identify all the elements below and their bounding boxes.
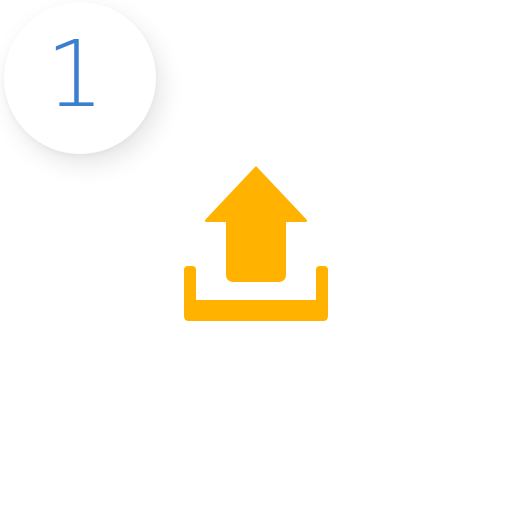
step-badge: 1 bbox=[4, 2, 156, 154]
upload-arrow bbox=[204, 166, 308, 282]
upload-icon[interactable] bbox=[176, 162, 336, 326]
canvas: 1 bbox=[0, 0, 512, 512]
step-number: 1 bbox=[45, 21, 105, 128]
